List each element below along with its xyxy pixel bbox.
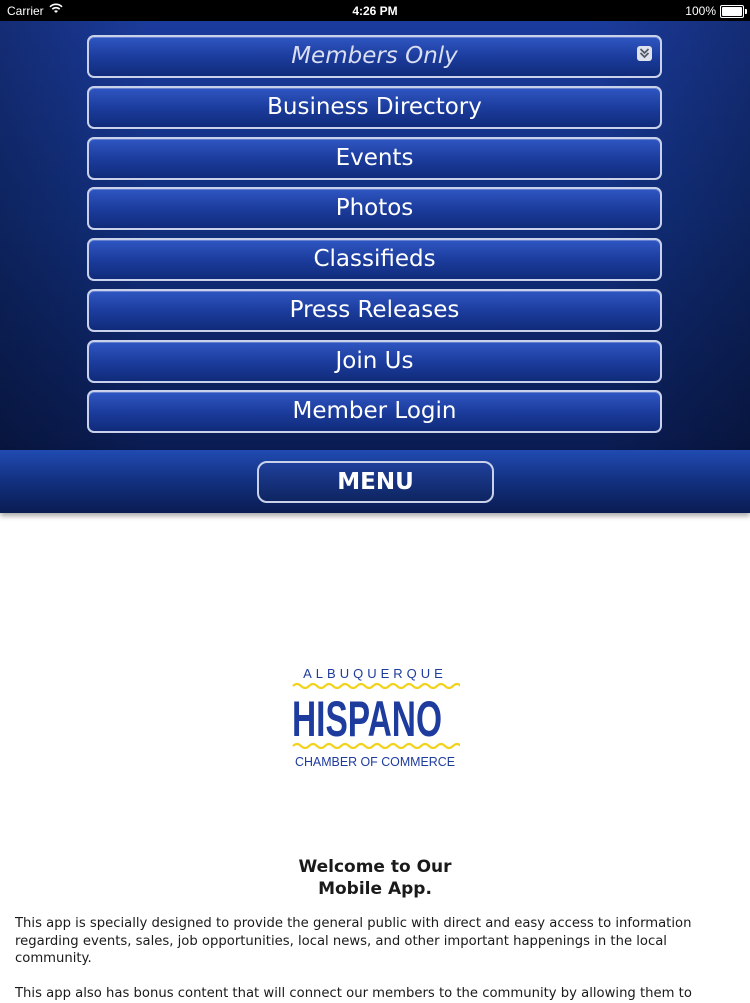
members-only-dropdown[interactable]: Members Only <box>87 35 662 78</box>
battery-percent: 100% <box>685 4 716 18</box>
logo-bottom-text: CHAMBER OF COMMERCE <box>295 755 455 769</box>
welcome-title-line-2: Mobile App. <box>318 879 432 899</box>
photos-button[interactable]: Photos <box>87 187 662 230</box>
join-us-button[interactable]: Join Us <box>87 340 662 383</box>
events-button[interactable]: Events <box>87 137 662 180</box>
chevron-down-icon[interactable] <box>637 46 652 61</box>
chamber-logo: ALBUQUERQUE HISPANO CHAMBER OF COMMERCE <box>290 662 462 772</box>
menu-bar: MENU <box>0 450 750 513</box>
menu-panel: Members Only Business Directory Events P… <box>0 21 750 450</box>
welcome-title-line-1: Welcome to Our <box>298 857 452 877</box>
status-time: 4:26 PM <box>352 4 398 18</box>
battery-icon <box>720 5 747 18</box>
business-directory-button[interactable]: Business Directory <box>87 86 662 129</box>
member-login-button[interactable]: Member Login <box>87 390 662 433</box>
members-only-label: Members Only <box>291 43 458 69</box>
press-releases-button[interactable]: Press Releases <box>87 289 662 332</box>
welcome-title: Welcome to Our Mobile App. <box>0 856 750 900</box>
logo-top-text: ALBUQUERQUE <box>303 666 447 681</box>
welcome-paragraph-1: This app is specially designed to provid… <box>15 916 692 966</box>
logo-main-text: HISPANO <box>292 691 442 747</box>
menu-toggle-button[interactable]: MENU <box>257 461 494 503</box>
classifieds-button[interactable]: Classifieds <box>87 238 662 281</box>
status-bar: Carrier 4:26 PM 100% <box>0 0 750 21</box>
